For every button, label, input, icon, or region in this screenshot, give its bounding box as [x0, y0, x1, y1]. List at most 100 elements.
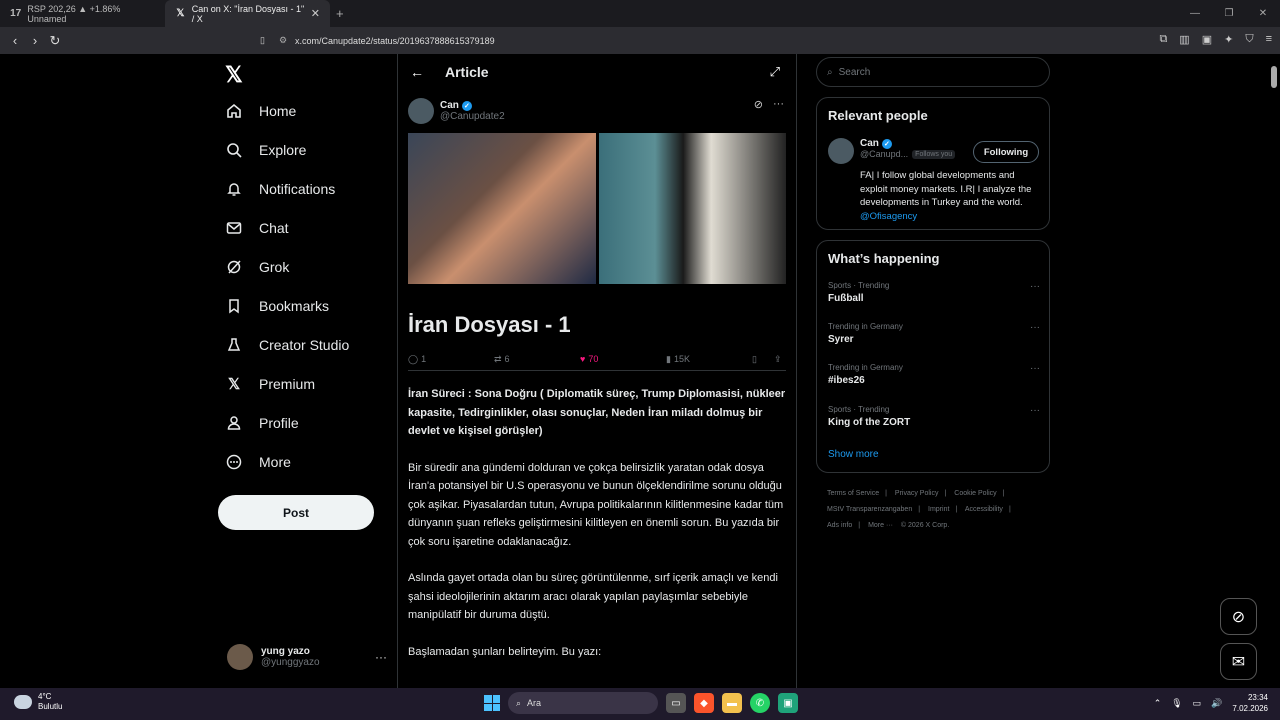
- following-button[interactable]: Following: [973, 141, 1039, 163]
- site-info-icon[interactable]: ⚙: [279, 35, 287, 46]
- grok-icon[interactable]: ⊘: [754, 98, 763, 111]
- relevant-person[interactable]: Can ✓ @Canupd... Follows you: [828, 138, 956, 164]
- nav-label: Creator Studio: [259, 337, 350, 353]
- nav-label: Chat: [259, 220, 289, 236]
- footer-link[interactable]: Ads info: [827, 522, 852, 529]
- nav-bookmarks[interactable]: Bookmarks: [225, 297, 329, 315]
- trend-item[interactable]: Trending in Germany #ibes26 ···: [828, 363, 1040, 386]
- footer-link[interactable]: Privacy Policy: [895, 490, 939, 497]
- sidebar-icon[interactable]: ▥: [1179, 33, 1189, 46]
- nav-more[interactable]: More: [225, 453, 291, 471]
- folder-icon[interactable]: ▬: [722, 693, 742, 713]
- network-icon[interactable]: ▭: [1193, 698, 1202, 709]
- extensions-icon[interactable]: ⧉: [1159, 33, 1167, 46]
- nav-home[interactable]: Home: [225, 102, 296, 120]
- volume-icon[interactable]: 🔊: [1211, 698, 1222, 709]
- minimize-icon[interactable]: —: [1178, 0, 1212, 27]
- more-dots-icon[interactable]: ···: [1030, 405, 1040, 416]
- vpn-icon[interactable]: ⛉: [1245, 33, 1253, 46]
- more-dots-icon[interactable]: ···: [1030, 281, 1040, 292]
- expand-icon[interactable]: ⤢: [770, 64, 780, 80]
- nav-explore[interactable]: Explore: [225, 141, 306, 159]
- post-button[interactable]: Post: [218, 495, 374, 530]
- scroll-thumb[interactable]: [1271, 66, 1277, 88]
- whatsapp-icon[interactable]: ✆: [750, 693, 770, 713]
- views-button[interactable]: ▮ 15K: [666, 354, 690, 365]
- trend-name: #ibes26: [828, 375, 865, 386]
- like-button[interactable]: ♥ 70: [580, 354, 598, 364]
- search-icon: [225, 141, 243, 159]
- article-author[interactable]: Can ✓ @Canupdate2: [408, 98, 505, 124]
- trend-item[interactable]: Sports · Trending King of the ZORT ···: [828, 405, 1040, 428]
- page-scrollbar[interactable]: [1268, 54, 1280, 688]
- more-dots-icon[interactable]: ···: [773, 98, 784, 111]
- article-header: ← Article ⤢: [398, 54, 796, 90]
- bio-link[interactable]: @Ofisagency: [860, 211, 917, 222]
- footer-link[interactable]: MStV Transparenzangaben: [827, 506, 912, 513]
- footer-link[interactable]: More ···: [868, 522, 893, 529]
- trend-category: Sports · Trending: [828, 405, 890, 414]
- footer-link[interactable]: Cookie Policy: [954, 490, 996, 497]
- nav-premium[interactable]: 𝕏 Premium: [225, 375, 315, 393]
- person-handle: @Canupd...: [860, 149, 909, 159]
- repost-button[interactable]: ⇄ 6: [494, 354, 510, 365]
- reload-icon[interactable]: ↻: [45, 33, 65, 49]
- footer-link[interactable]: Imprint: [928, 506, 949, 513]
- reply-button[interactable]: ◯ 1: [408, 354, 426, 365]
- nav-notifications[interactable]: Notifications: [225, 180, 335, 198]
- chat-fab[interactable]: ✉: [1220, 643, 1257, 680]
- x-logo-icon[interactable]: 𝕏: [225, 62, 243, 88]
- article-cover-image[interactable]: [408, 133, 786, 284]
- browser-tab-tradingview[interactable]: 17 RSP 202,26 ▲ +1.86% Unnamed: [0, 0, 165, 27]
- nav-profile[interactable]: Profile: [225, 414, 299, 432]
- author-actions: ⊘ ···: [754, 98, 784, 111]
- app-icon[interactable]: ▣: [778, 693, 798, 713]
- chevron-up-icon[interactable]: ⌃: [1154, 698, 1162, 709]
- browser-tab-x[interactable]: 𝕏 Can on X: "İran Dosyası - 1" / X ✕: [165, 0, 330, 27]
- account-name: yung yazo: [261, 646, 310, 657]
- forward-icon[interactable]: ›: [25, 33, 45, 48]
- more-dots-icon[interactable]: ···: [375, 650, 387, 664]
- nav-chat[interactable]: Chat: [225, 219, 289, 237]
- weather-widget[interactable]: 4°C Bulutlu: [14, 692, 62, 712]
- back-icon[interactable]: ‹: [5, 33, 25, 48]
- system-tray: ⌃ 🎙 ▭ 🔊 23:34 7.02.2026: [1154, 692, 1268, 714]
- footer-link[interactable]: Terms of Service: [827, 490, 879, 497]
- grok-fab[interactable]: ⊘: [1220, 598, 1257, 635]
- show-more-link[interactable]: Show more: [828, 449, 879, 460]
- bookmark-icon: [225, 297, 243, 315]
- wallet-icon[interactable]: ▣: [1202, 33, 1212, 46]
- account-switcher[interactable]: yung yazo @yunggyazo ···: [227, 644, 387, 670]
- menu-icon[interactable]: ≡: [1266, 33, 1272, 46]
- mic-icon[interactable]: 🎙: [1171, 698, 1182, 709]
- close-window-icon[interactable]: ✕: [1246, 0, 1280, 27]
- nav-creator-studio[interactable]: Creator Studio: [225, 336, 349, 354]
- trend-item[interactable]: Trending in Germany Syrer ···: [828, 322, 1040, 345]
- task-view-icon[interactable]: ▭: [666, 693, 686, 713]
- search-input[interactable]: ⌕ Search: [816, 57, 1050, 87]
- taskbar-search[interactable]: ⌕ Ara: [508, 692, 658, 714]
- restore-icon[interactable]: ❐: [1212, 0, 1246, 27]
- avatar: [408, 98, 434, 124]
- avatar: [828, 138, 854, 164]
- bookmark-button[interactable]: ▯: [752, 354, 757, 365]
- windows-start-icon[interactable]: [484, 695, 500, 711]
- brave-icon[interactable]: ◆: [694, 693, 714, 713]
- footer-link[interactable]: Accessibility: [965, 506, 1003, 513]
- close-tab-icon[interactable]: ✕: [311, 7, 320, 20]
- nav-grok[interactable]: Grok: [225, 258, 289, 276]
- clock[interactable]: 23:34 7.02.2026: [1232, 692, 1268, 714]
- back-arrow-icon[interactable]: ←: [410, 64, 424, 80]
- article-paragraph: Başlamadan şunları belirteyim. Bu yazı:: [408, 645, 602, 658]
- new-tab-icon[interactable]: +: [336, 6, 344, 21]
- view-count: 15K: [673, 354, 690, 364]
- trend-item[interactable]: Sports · Trending Fußball ···: [828, 281, 1040, 304]
- bookmark-icon[interactable]: ▯: [260, 35, 265, 46]
- more-dots-icon[interactable]: ···: [1030, 363, 1040, 374]
- trend-category: Trending in Germany: [828, 322, 903, 331]
- leo-icon[interactable]: ✦: [1224, 33, 1233, 46]
- address-bar[interactable]: ▯ ⚙ x.com/Canupdate2/status/201963788861…: [255, 30, 1000, 51]
- share-button[interactable]: ⇪: [774, 354, 782, 365]
- more-dots-icon[interactable]: ···: [1030, 322, 1040, 333]
- article-paragraph: Bir süredir ana gündemi dolduran ve çokç…: [408, 461, 784, 548]
